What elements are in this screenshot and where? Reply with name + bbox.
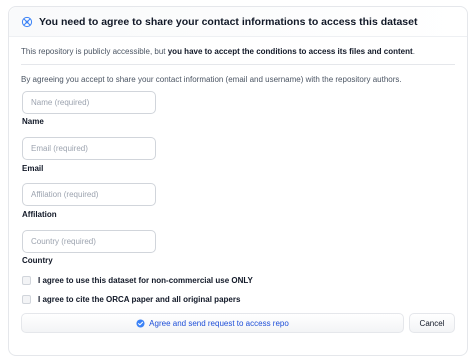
agree-submit-label: Agree and send request to access repo — [149, 318, 289, 328]
name-label: Name — [22, 117, 44, 126]
non-commercial-checkbox-row[interactable]: I agree to use this dataset for non-comm… — [22, 276, 253, 285]
non-commercial-checkbox-label: I agree to use this dataset for non-comm… — [38, 276, 253, 285]
gated-access-icon — [21, 16, 33, 28]
agreement-note: By agreeing you accept to share your con… — [21, 75, 402, 84]
cite-paper-checkbox-label: I agree to cite the ORCA paper and all o… — [38, 295, 241, 304]
cancel-button[interactable]: Cancel — [409, 313, 455, 333]
non-commercial-checkbox[interactable] — [22, 276, 31, 285]
intro-text: This repository is publicly accessible, … — [21, 47, 415, 56]
check-circle-icon — [136, 318, 145, 328]
intro-emphasis: you have to accept the conditions to acc… — [167, 47, 413, 56]
intro-prefix: This repository is publicly accessible, … — [21, 47, 168, 56]
affilation-field[interactable] — [22, 183, 156, 206]
card-header: You need to agree to share your contact … — [9, 7, 467, 37]
cite-paper-checkbox[interactable] — [22, 295, 31, 304]
card-title: You need to agree to share your contact … — [39, 15, 418, 28]
divider — [21, 64, 455, 65]
cite-paper-checkbox-row[interactable]: I agree to cite the ORCA paper and all o… — [22, 295, 240, 304]
email-field[interactable] — [22, 137, 156, 160]
country-field[interactable] — [22, 230, 156, 253]
gated-access-card: You need to agree to share your contact … — [8, 6, 468, 356]
email-label: Email — [22, 164, 44, 173]
agree-submit-button[interactable]: Agree and send request to access repo — [21, 313, 404, 333]
intro-suffix: . — [412, 47, 415, 56]
name-field[interactable] — [22, 91, 156, 114]
affilation-label: Affilation — [22, 210, 57, 219]
country-label: Country — [22, 256, 53, 265]
